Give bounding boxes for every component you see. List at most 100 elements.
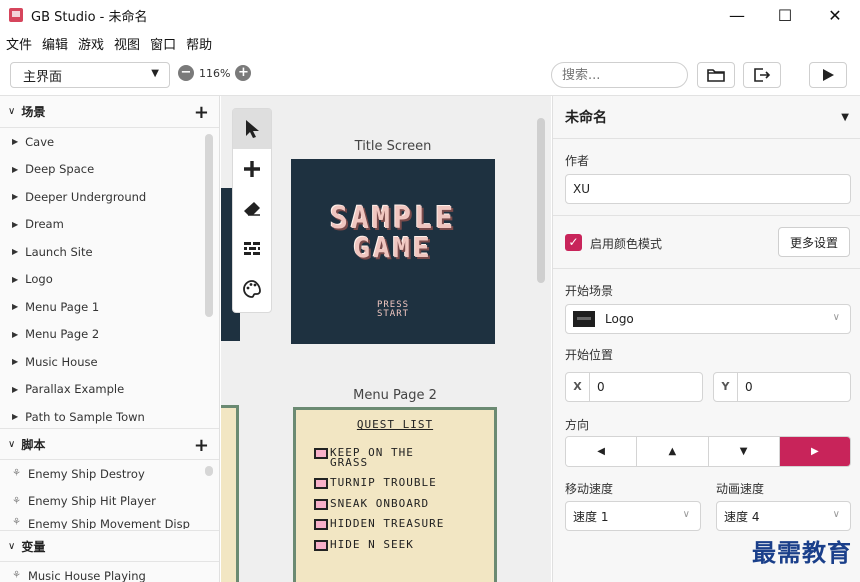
pixel-checkbox-icon (314, 540, 328, 551)
eraser-tool[interactable] (233, 189, 271, 229)
chevron-down-icon: ∨ (8, 438, 16, 450)
zoom-level: 116% (199, 66, 231, 80)
close-button[interactable]: ✕ (812, 0, 858, 30)
list-item[interactable]: ⚘ Music House Playing (0, 562, 219, 582)
direction-up-button[interactable]: ▲ (637, 437, 709, 466)
collision-tool[interactable] (233, 229, 271, 269)
zoom-out-button[interactable]: − (178, 65, 194, 81)
chevron-down-icon: ∨ (682, 509, 690, 520)
menu-file[interactable]: 文件 (6, 34, 32, 53)
list-item[interactable]: ▶ Parallax Example (0, 376, 219, 404)
scenes-header-label: 场景 (21, 105, 46, 119)
world-canvas[interactable]: Title Screen SAMPLE GAME PRESS START Men… (221, 96, 551, 582)
tool-palette (232, 108, 272, 313)
menu-edit[interactable]: 编辑 (42, 34, 68, 53)
script-icon: ⚘ (12, 517, 21, 528)
menu-view[interactable]: 视图 (114, 34, 140, 53)
anim-speed-label: 动画速度 (716, 482, 765, 496)
zoom-in-button[interactable]: + (235, 65, 252, 81)
scene-caption[interactable]: Menu Page 2 (293, 388, 497, 403)
direction-label: 方向 (565, 418, 590, 432)
caret-right-icon: ▶ (12, 164, 19, 174)
list-item[interactable]: ▶ Deep Space (0, 156, 219, 184)
scripts-header[interactable]: ∨ 脚本 + (0, 428, 219, 460)
list-item[interactable]: ▶ Cave (0, 128, 219, 156)
scenes-header[interactable]: ∨ 场景 + (0, 96, 219, 128)
canvas-scrollbar[interactable] (537, 118, 545, 283)
list-item[interactable]: ▶ Logo (0, 266, 219, 294)
chevron-down-icon: ∨ (8, 540, 16, 552)
play-button[interactable] (809, 62, 847, 88)
script-icon: ⚘ (12, 468, 21, 480)
direction-left-button[interactable]: ◀ (566, 437, 638, 466)
folder-icon (707, 69, 725, 82)
scene-caption[interactable]: Title Screen (291, 139, 495, 154)
eraser-icon (244, 202, 260, 216)
app-icon (9, 8, 23, 22)
move-speed-value: 速度 1 (573, 509, 609, 524)
project-name: 未命名 (565, 110, 607, 126)
caret-right-icon: ▶ (12, 357, 19, 367)
author-field[interactable] (565, 174, 851, 204)
sidebar: ∨ 场景 + ▶ Cave ▶ Deep Space ▶ Deeper Undergr… (0, 96, 220, 582)
start-scene-select[interactable]: Logo ∨ (565, 304, 851, 334)
direction-right-button[interactable]: ▶ (779, 437, 850, 466)
anim-speed-value: 速度 4 (724, 509, 760, 524)
add-tool[interactable] (233, 149, 271, 189)
list-item[interactable]: ▶ Path to Sample Town (0, 403, 219, 431)
export-button[interactable] (743, 62, 781, 88)
move-speed-select[interactable]: 速度 1 ∨ (565, 501, 701, 531)
divider (553, 215, 860, 216)
scene-name: Path to Sample Town (25, 409, 145, 424)
list-item[interactable]: ▶ Menu Page 1 (0, 293, 219, 321)
section-select-value: 主界面 (23, 69, 63, 85)
color-tool[interactable] (233, 269, 271, 309)
quest-text: TURNIP TROUBLE (330, 476, 437, 489)
arrow-down-icon: ▼ (739, 446, 748, 457)
add-script-button[interactable]: + (194, 435, 209, 456)
script-name: Enemy Ship Hit Player (27, 494, 156, 509)
menu-help[interactable]: 帮助 (186, 34, 212, 53)
scene-name: Deeper Underground (25, 189, 147, 204)
section-select[interactable]: 主界面 ▼ (10, 62, 170, 88)
menu-game[interactable]: 游戏 (78, 34, 104, 53)
select-tool[interactable] (233, 109, 271, 149)
pixel-checkbox-icon (314, 519, 328, 530)
list-item[interactable]: ⚘ Enemy Ship Movement Disp (0, 515, 219, 529)
scene-name: Parallax Example (25, 382, 125, 397)
start-y-field[interactable]: Y 0 (713, 372, 851, 402)
scene-name: Logo (25, 272, 53, 287)
scene-name: Launch Site (25, 244, 93, 259)
list-item[interactable]: ▶ Launch Site (0, 238, 219, 266)
script-name: Enemy Ship Destroy (27, 466, 145, 481)
start-position-label: 开始位置 (565, 348, 614, 362)
x-prefix: X (566, 373, 590, 401)
caret-right-icon: ▶ (12, 302, 19, 312)
scene-title-screen[interactable]: SAMPLE GAME PRESS START (291, 159, 495, 344)
list-item[interactable]: ▶ Music House (0, 348, 219, 376)
project-name-header[interactable]: 未命名 ▼ (553, 96, 860, 139)
list-item[interactable]: ▶ Deeper Underground (0, 183, 219, 211)
add-scene-button[interactable]: + (194, 102, 209, 123)
scripts-scrollbar[interactable] (205, 466, 213, 476)
list-item[interactable]: ▶ Dream (0, 211, 219, 239)
search-input[interactable] (551, 62, 688, 88)
open-folder-button[interactable] (697, 62, 735, 88)
anim-speed-select[interactable]: 速度 4 ∨ (716, 501, 851, 531)
variables-header[interactable]: ∨ 变量 (0, 530, 219, 562)
color-mode-checkbox[interactable]: ✓ (565, 234, 582, 251)
direction-selector: ◀ ▲ ▼ ▶ (565, 436, 851, 467)
minimize-button[interactable]: — (714, 0, 760, 30)
list-item[interactable]: ⚘ Enemy Ship Hit Player (0, 488, 219, 516)
more-settings-button[interactable]: 更多设置 (778, 227, 850, 257)
scene-menu-page-2[interactable]: QUEST LIST KEEP ON THE GRASS TURNIP TROU… (293, 407, 497, 582)
list-item[interactable]: ⚘ Enemy Ship Destroy (0, 460, 219, 488)
maximize-button[interactable]: ☐ (762, 0, 808, 30)
direction-down-button[interactable]: ▼ (708, 437, 780, 466)
quest-text: HIDE N SEEK (330, 538, 414, 551)
menu-window[interactable]: 窗口 (150, 34, 176, 53)
list-item[interactable]: ▶ Menu Page 2 (0, 321, 219, 349)
scenes-scrollbar[interactable] (205, 134, 213, 317)
scene-thumbnail[interactable] (221, 405, 239, 582)
start-x-field[interactable]: X 0 (565, 372, 703, 402)
